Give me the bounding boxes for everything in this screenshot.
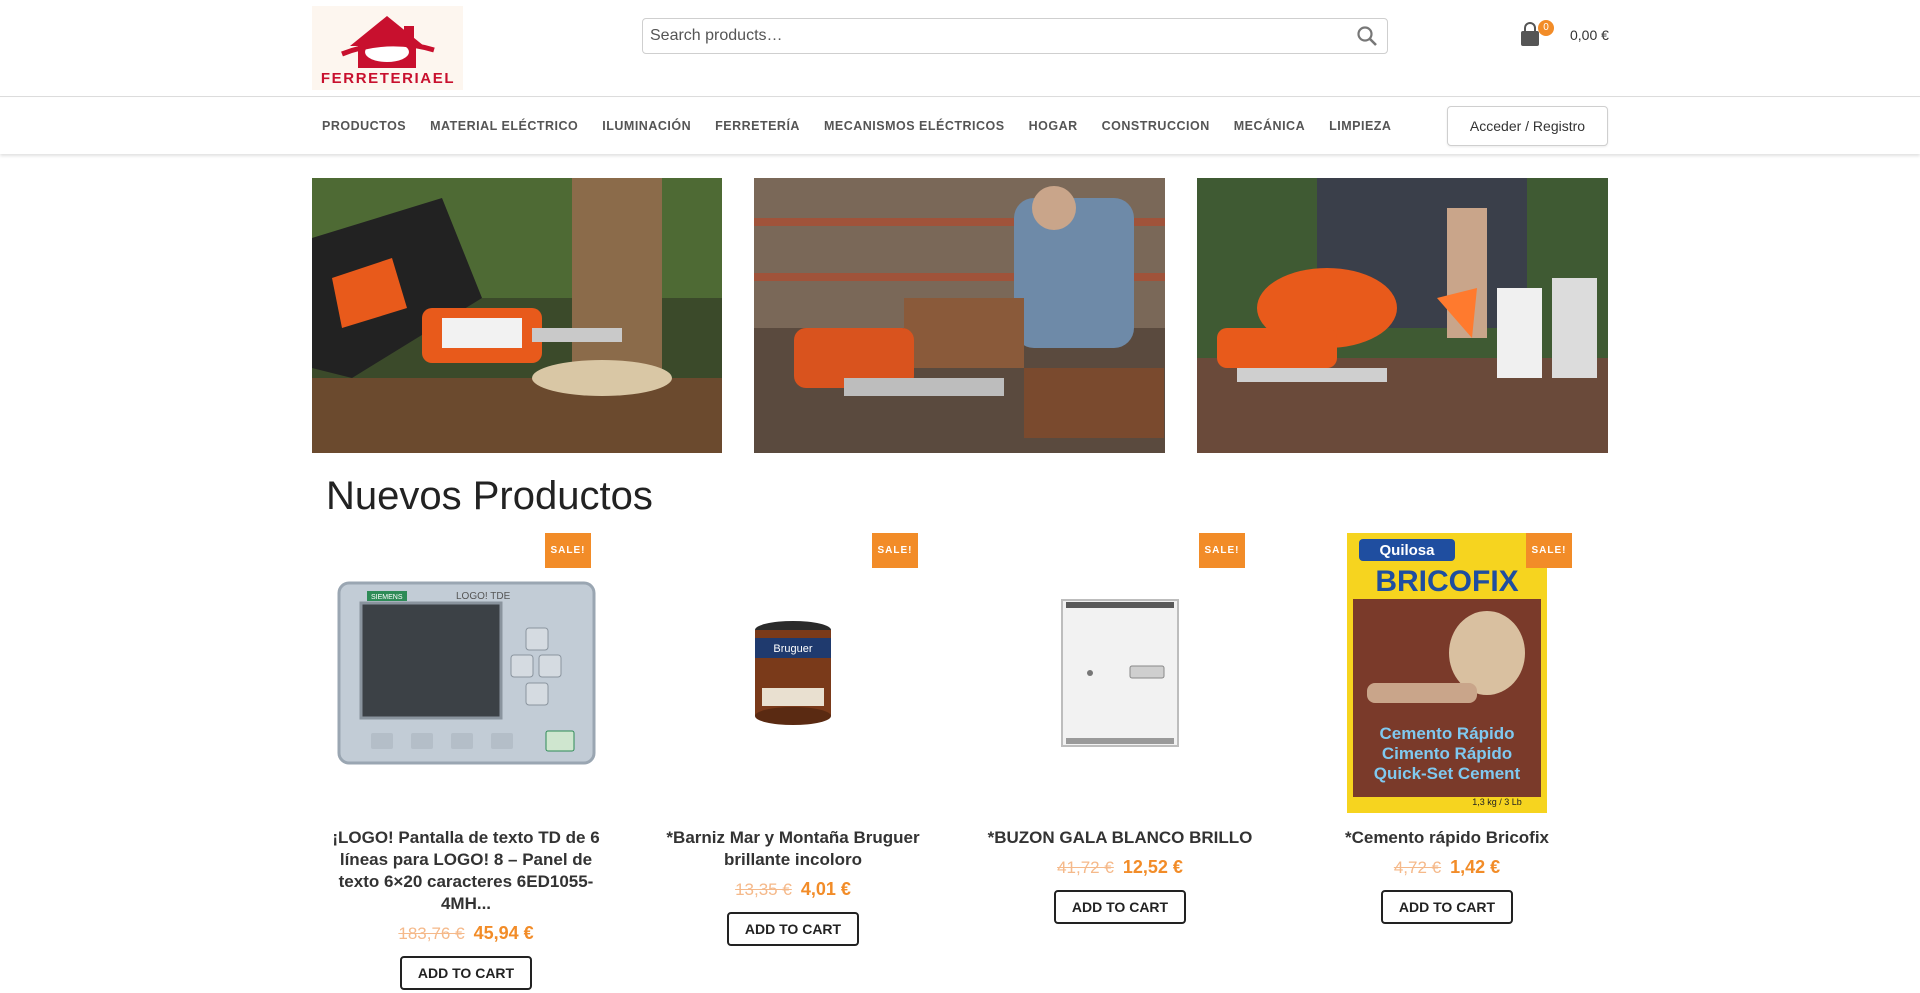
nav-item-construccion[interactable]: CONSTRUCCION <box>1102 119 1210 133</box>
bricofix-box-image: Quilosa BRICOFIX Cemento Rápido Cimento … <box>1347 533 1547 813</box>
logo-panel-image: SIEMENS LOGO! TDE <box>337 581 596 765</box>
product-card: SALE! *BUZON GALA BLANCO BRILLO 41,72 € … <box>980 533 1260 924</box>
svg-text:Bruguer: Bruguer <box>773 643 812 655</box>
nav-item-limpieza[interactable]: LIMPIEZA <box>1329 119 1391 133</box>
product-name[interactable]: *Barniz Mar y Montaña Bruguer brillante … <box>653 827 933 871</box>
sale-badge: SALE! <box>1526 533 1572 568</box>
main-nav: PRODUCTOS MATERIAL ELÉCTRICO ILUMINACIÓN… <box>0 98 1920 154</box>
svg-text:LOGO! TDE: LOGO! TDE <box>456 591 511 602</box>
cart-count-badge: 0 <box>1538 20 1554 36</box>
banner-warehouse-worker[interactable] <box>754 178 1165 453</box>
sale-price: 4,01 € <box>800 879 851 899</box>
old-price: 13,35 € <box>735 880 792 899</box>
shopping-bag-icon: 0 <box>1518 20 1554 48</box>
login-register-button[interactable]: Acceder / Registro <box>1447 106 1608 146</box>
add-to-cart-button[interactable]: ADD TO CART <box>399 956 533 990</box>
nav-item-mecanismos-electricos[interactable]: MECANISMOS ELÉCTRICOS <box>824 119 1005 133</box>
product-card: SIEMENS LOGO! TDE SALE! ¡LOGO! Pantalla … <box>326 533 606 990</box>
mailbox-image <box>1061 599 1179 747</box>
old-price: 4,72 € <box>1393 858 1442 877</box>
svg-text:Quick-Set Cement: Quick-Set Cement <box>1374 764 1521 783</box>
product-image[interactable]: SALE! <box>980 533 1260 813</box>
product-card: Quilosa BRICOFIX Cemento Rápido Cimento … <box>1307 533 1587 924</box>
site-logo[interactable]: FERRETERIAEL <box>312 6 463 90</box>
old-price: 41,72 € <box>1057 858 1114 877</box>
banner-chainsaw-cutting[interactable] <box>312 178 722 453</box>
product-name[interactable]: ¡LOGO! Pantalla de texto TD de 6 líneas … <box>326 827 606 915</box>
nav-item-mecanica[interactable]: MECÁNICA <box>1234 119 1305 133</box>
sale-price: 1,42 € <box>1450 857 1501 877</box>
add-to-cart-button[interactable]: ADD TO CART <box>726 912 860 946</box>
product-name[interactable]: *Cemento rápido Bricofix <box>1307 827 1587 849</box>
nav-item-material-electrico[interactable]: MATERIAL ELÉCTRICO <box>430 119 578 133</box>
sale-price: 12,52 € <box>1122 857 1183 877</box>
varnish-can-image: Bruguer <box>755 621 831 725</box>
nav-item-hogar[interactable]: HOGAR <box>1029 119 1078 133</box>
cart-total: 0,00 € <box>1570 27 1609 43</box>
product-image[interactable]: Bruguer SALE! <box>653 533 933 813</box>
site-header: FERRETERIAEL 0 0,00 € <box>0 0 1920 97</box>
search-input[interactable] <box>643 19 1347 53</box>
product-name[interactable]: *BUZON GALA BLANCO BRILLO <box>980 827 1260 849</box>
cart-button[interactable]: 0 0,00 € <box>1518 18 1609 52</box>
product-card: Bruguer SALE! *Barniz Mar y Montaña Brug… <box>653 533 933 946</box>
nav-item-productos[interactable]: PRODUCTOS <box>322 119 406 133</box>
product-price: 4,72 € 1,42 € <box>1307 857 1587 878</box>
product-price: 41,72 € 12,52 € <box>980 857 1260 878</box>
banner-chainsaw-kit[interactable] <box>1197 178 1608 453</box>
svg-text:BRICOFIX: BRICOFIX <box>1375 565 1518 598</box>
product-image[interactable]: Quilosa BRICOFIX Cemento Rápido Cimento … <box>1307 533 1587 813</box>
product-price: 13,35 € 4,01 € <box>653 879 933 900</box>
sale-badge: SALE! <box>872 533 918 568</box>
add-to-cart-button[interactable]: ADD TO CART <box>1053 890 1187 924</box>
sale-badge: SALE! <box>545 533 591 568</box>
nav-item-iluminacion[interactable]: ILUMINACIÓN <box>602 119 691 133</box>
svg-text:Cimento Rápido: Cimento Rápido <box>1382 744 1512 763</box>
section-title: Nuevos Productos <box>326 474 653 518</box>
product-price: 183,76 € 45,94 € <box>326 923 606 944</box>
product-image[interactable]: SIEMENS LOGO! TDE SALE! <box>326 533 606 813</box>
add-to-cart-button[interactable]: ADD TO CART <box>1380 890 1514 924</box>
search-box <box>642 18 1388 54</box>
svg-text:Cemento Rápido: Cemento Rápido <box>1379 724 1514 743</box>
logo-text: FERRETERIAEL <box>320 70 456 87</box>
svg-text:SIEMENS: SIEMENS <box>371 594 403 601</box>
search-icon[interactable] <box>1347 19 1387 53</box>
svg-text:Quilosa: Quilosa <box>1379 542 1435 559</box>
sale-badge: SALE! <box>1199 533 1245 568</box>
old-price: 183,76 € <box>398 924 465 943</box>
sale-price: 45,94 € <box>473 923 534 943</box>
svg-text:1,3 kg / 3 Lb: 1,3 kg / 3 Lb <box>1472 797 1522 807</box>
nav-item-ferreteria[interactable]: FERRETERÍA <box>715 119 800 133</box>
